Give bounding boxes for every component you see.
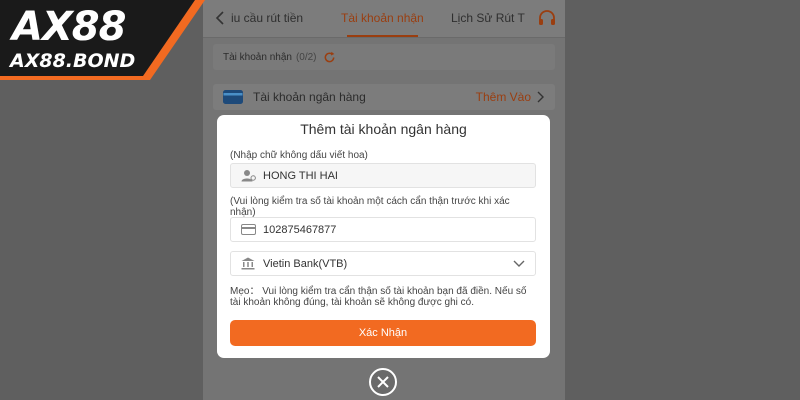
header-tabs: iu cầu rút tiền Tài khoản nhận Lịch Sử R… [203, 0, 565, 38]
name-hint: (Nhập chữ không dấu viết hoa) [230, 150, 368, 161]
bank-icon [241, 257, 257, 270]
bank-account-row[interactable]: Tài khoản ngân hàng Thêm Vào [213, 84, 555, 110]
chevron-left-icon [215, 11, 224, 25]
card-icon [241, 224, 257, 235]
tab-withdraw-request[interactable]: iu cầu rút tiền [231, 0, 303, 36]
chevron-right-icon [537, 91, 544, 103]
receiving-account-row: Tài khoản nhận (0/2) [213, 44, 555, 70]
headset-icon [539, 10, 555, 25]
logo-main-text: AX88 [12, 4, 126, 50]
tip-text: Mẹo： Vui lòng kiểm tra cẩn thận số tài k… [230, 286, 527, 308]
receiving-account-label: Tài khoản nhận [223, 51, 292, 63]
user-icon [241, 169, 257, 182]
account-hint: (Vui lòng kiểm tra số tài khoản một cách… [230, 196, 510, 218]
bank-account-label: Tài khoản ngân hàng [253, 90, 366, 104]
close-modal-button[interactable] [369, 368, 397, 396]
bank-select-value: Vietin Bank(VTB) [263, 257, 348, 270]
account-number-value: 102875467877 [263, 223, 337, 236]
modal-title: Thêm tài khoản ngân hàng [300, 121, 467, 137]
bank-card-icon [223, 90, 243, 104]
receiving-account-count: (0/2) [295, 51, 317, 63]
tab-receiving-account[interactable]: Tài khoản nhận [341, 0, 424, 37]
confirm-button[interactable]: Xác Nhận [230, 320, 536, 346]
add-bank-link[interactable]: Thêm Vào [476, 90, 531, 104]
logo-sub-text: AX88.BOND [10, 50, 136, 72]
brand-logo: AX88 AX88.BOND [0, 0, 205, 80]
chevron-down-icon [513, 260, 525, 268]
account-holder-field[interactable]: HONG THI HAI [230, 163, 536, 188]
support-button[interactable] [535, 7, 559, 31]
account-number-field[interactable]: 102875467877 [230, 217, 536, 242]
bank-select[interactable]: Vietin Bank(VTB) [230, 251, 536, 276]
refresh-icon[interactable] [323, 51, 336, 64]
add-bank-account-modal: Thêm tài khoản ngân hàng (Nhập chữ không… [217, 115, 550, 358]
tab-withdraw-history[interactable]: Lịch Sử Rút T [451, 0, 525, 36]
close-icon [377, 376, 389, 388]
account-holder-value: HONG THI HAI [263, 169, 338, 182]
back-button[interactable] [211, 8, 229, 28]
